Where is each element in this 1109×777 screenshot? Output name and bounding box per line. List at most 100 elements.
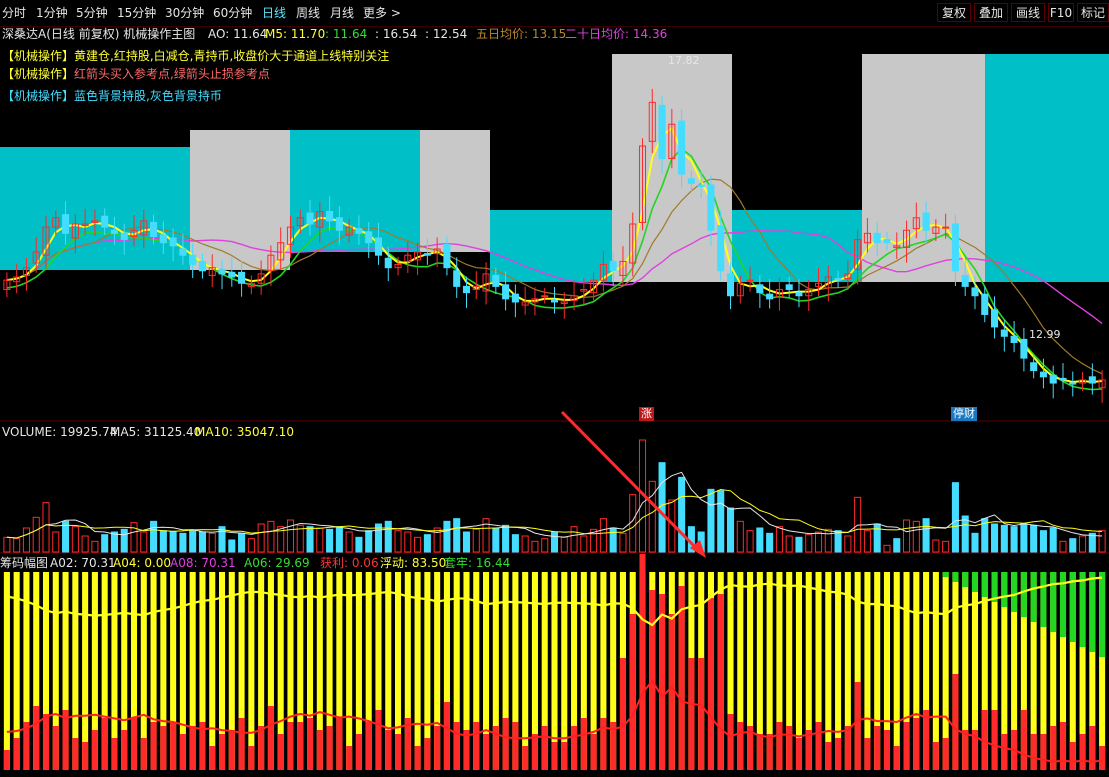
candle xyxy=(746,279,754,282)
chip-bar-red xyxy=(316,730,323,770)
volume-bar xyxy=(785,535,793,553)
volume-bar xyxy=(433,527,441,553)
candle xyxy=(1000,329,1008,337)
volume-bar xyxy=(189,530,197,553)
volume-ma5: MA5: 31125.40 xyxy=(110,425,202,439)
volume-bar xyxy=(150,520,158,553)
main-chart-title: 深桑达A(日线 前复权) 机械操作主图 xyxy=(2,27,196,41)
chip-bar-red xyxy=(473,722,480,770)
chip-bar-yellow xyxy=(932,572,939,770)
volume-bar xyxy=(130,522,138,553)
annotation-tag: 【机械操作】 xyxy=(2,89,75,103)
indicator-value-5: : 12.54 xyxy=(425,27,468,41)
ma5-price-value: 五日均价: 13.15 xyxy=(476,27,567,41)
volume-bar xyxy=(951,482,959,553)
chip-bar-red xyxy=(375,710,382,770)
chip-bar-yellow xyxy=(551,572,558,770)
candle xyxy=(541,295,549,298)
chip-bar-red xyxy=(209,746,216,770)
chip-bar-red xyxy=(258,726,265,770)
chip-bar-red xyxy=(101,718,108,770)
chip-bar-red xyxy=(72,738,79,770)
chip-bar-red xyxy=(835,738,842,770)
candle xyxy=(62,214,70,234)
candle xyxy=(306,212,314,225)
candle xyxy=(492,274,500,287)
regime-background xyxy=(862,54,985,282)
volume-bar xyxy=(384,520,392,553)
chip-bar-green xyxy=(952,572,959,582)
volume-bar xyxy=(609,527,617,553)
chip-bar-red xyxy=(1030,734,1037,770)
volume-bar xyxy=(541,538,549,553)
volume-bar xyxy=(991,523,999,553)
candle xyxy=(238,271,246,284)
chip-bar-red xyxy=(111,738,118,770)
ma20-price-value: 二十日均价: 14.36 xyxy=(565,27,668,41)
candle xyxy=(1049,374,1057,384)
volume-bar xyxy=(404,531,412,553)
chip-bar-red xyxy=(160,726,167,770)
news-marker[interactable]: 停财 xyxy=(951,407,977,421)
candle xyxy=(120,232,128,241)
candle xyxy=(218,268,226,275)
candle xyxy=(991,309,999,328)
volume-bar xyxy=(247,538,255,553)
volume-bar xyxy=(570,526,578,553)
chip-bar-red xyxy=(248,746,255,770)
chip-bar-red xyxy=(1079,734,1086,770)
chip-bar-red xyxy=(991,710,998,770)
volume-bar xyxy=(22,527,30,553)
volume-bar xyxy=(678,476,686,553)
chip-bar-red xyxy=(414,746,421,770)
kline-chart[interactable] xyxy=(0,0,1109,777)
volume-bar xyxy=(267,520,275,553)
volume-bar xyxy=(844,535,852,553)
chip-bar-red xyxy=(1059,722,1067,770)
chip-bar-red xyxy=(932,742,939,770)
chip-bar-red xyxy=(678,586,685,770)
chip-bar-red xyxy=(737,722,744,770)
chip-panel-title: 筹码幅图 xyxy=(0,556,49,570)
chip-bar-red xyxy=(903,722,910,770)
candle xyxy=(453,270,461,287)
chip-bar-red xyxy=(170,722,177,770)
volume-bar xyxy=(1049,527,1057,553)
volume-bar xyxy=(345,531,353,553)
chip-bar-green xyxy=(1040,572,1047,627)
volume-bar xyxy=(394,530,402,553)
candle xyxy=(1069,382,1077,385)
candle xyxy=(707,184,715,231)
volume-bar xyxy=(942,540,950,553)
chip-bar-red xyxy=(355,734,362,770)
chip-bar-red xyxy=(844,726,851,770)
chip-bar-red xyxy=(179,734,186,770)
volume-bar xyxy=(462,531,471,553)
volume-bar xyxy=(1059,540,1067,553)
regime-background xyxy=(0,147,190,270)
volume-bar xyxy=(1020,523,1028,553)
chip-bar-red xyxy=(150,722,157,770)
chip-bar-red xyxy=(91,730,98,770)
chip-bar-red xyxy=(717,594,724,770)
volume-bar xyxy=(736,520,744,553)
chip-bar-red xyxy=(52,726,59,770)
chip-bar-red xyxy=(864,738,871,770)
candle xyxy=(374,237,383,256)
volume-bar xyxy=(814,531,823,553)
volume-bar xyxy=(1010,526,1018,553)
chip-bar-green xyxy=(1059,572,1067,637)
volume-bar xyxy=(257,523,265,553)
chip-bar-red xyxy=(571,726,578,770)
candle xyxy=(1059,377,1067,381)
candle xyxy=(228,271,236,278)
chip-bar-red xyxy=(962,730,969,770)
limit-up-marker[interactable]: 涨 xyxy=(639,407,654,421)
candle xyxy=(785,284,793,290)
chip-bar-red xyxy=(42,714,50,770)
volume-bar xyxy=(560,536,568,553)
volume-ma10-line xyxy=(6,488,1103,539)
candle xyxy=(942,226,950,229)
volume-bar xyxy=(1079,535,1087,553)
volume-bar xyxy=(326,528,334,553)
